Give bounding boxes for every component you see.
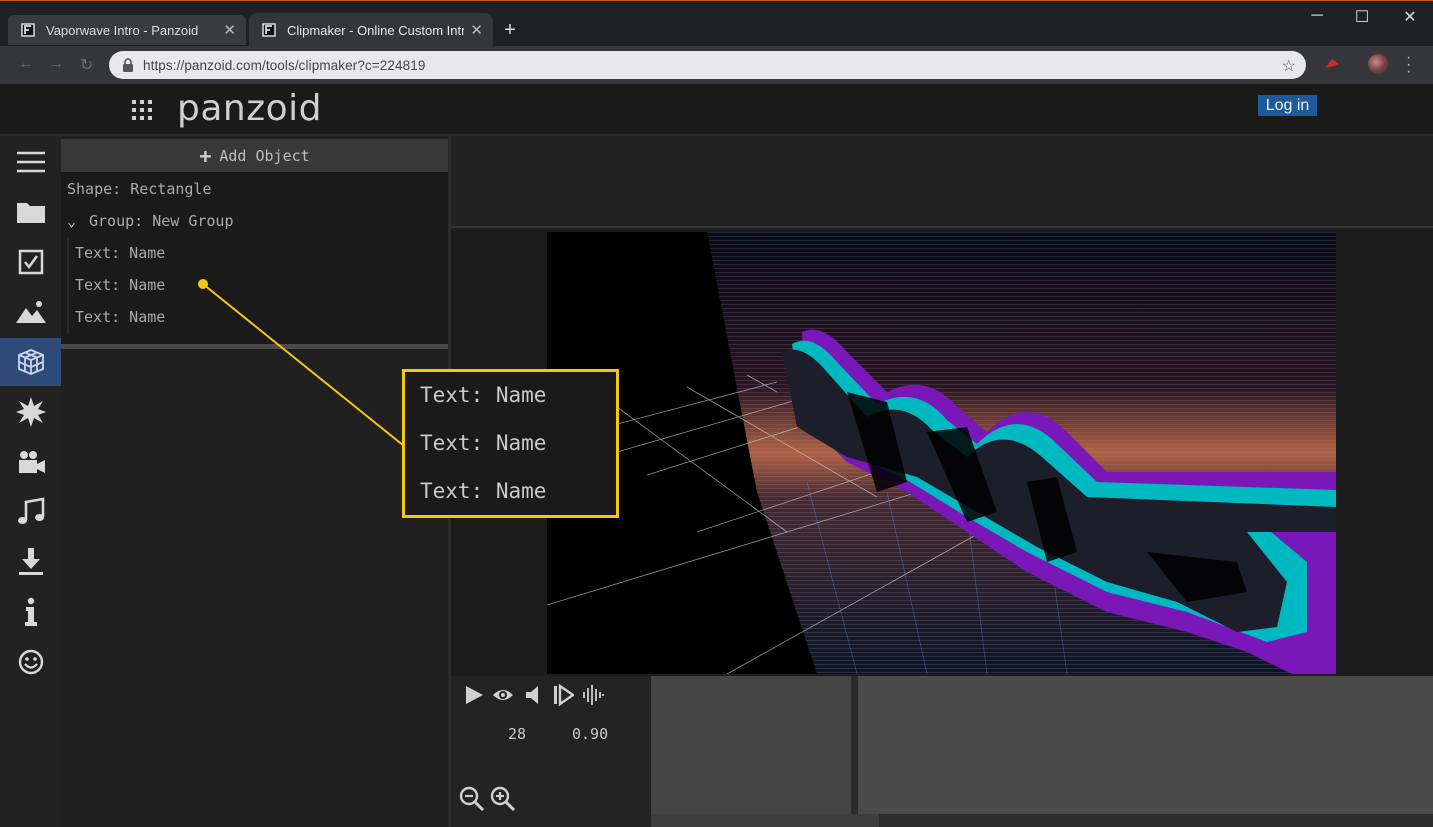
tab-title: Vaporwave Intro - Panzoid [46, 22, 199, 38]
value-readout: 0.90 [572, 725, 609, 743]
properties-strip [451, 136, 1433, 228]
timeline-track-left[interactable] [651, 676, 851, 814]
folder-icon [16, 203, 45, 223]
tab-clipmaker[interactable]: Clipmaker - Online Custom Intro ✕ [249, 13, 493, 47]
smiley-icon [18, 649, 43, 675]
list-item-shape[interactable]: Shape: Rectangle [67, 180, 212, 198]
burst-icon [15, 397, 46, 427]
group-label: Group: New Group [89, 212, 234, 230]
close-window-icon[interactable]: ✕ [1390, 7, 1430, 27]
menu-icon [16, 151, 45, 173]
more-vert-icon[interactable]: · · · [1406, 50, 1411, 80]
preview-render [547, 232, 1336, 674]
brand-logo[interactable]: panzoid [177, 88, 322, 129]
rail-feedback[interactable] [0, 638, 61, 686]
browser-toolbar: ← → ↻ https://panzoid.com/tools/clipmake… [0, 46, 1433, 84]
plus-icon: + [199, 143, 212, 168]
panzoid-favicon-icon [21, 23, 35, 37]
rail-camera[interactable] [0, 438, 61, 486]
forward-icon[interactable]: → [48, 55, 64, 73]
list-item-text[interactable]: Text: Name [75, 276, 165, 294]
group-indent-rule [67, 238, 69, 334]
close-icon[interactable]: ✕ [223, 21, 236, 39]
playback-controls: 28 0.90 [451, 676, 651, 827]
tab-title: Clipmaker - Online Custom Intro [287, 22, 465, 38]
address-bar[interactable]: https://panzoid.com/tools/clipmaker?c=22… [109, 51, 1306, 79]
step-forward-icon[interactable] [552, 684, 574, 706]
zoom-out-icon[interactable] [459, 786, 485, 812]
browser-titlebar: Vaporwave Intro - Panzoid ✕ Clipmaker - … [0, 0, 1433, 47]
rail-audio[interactable] [0, 488, 61, 536]
url-text: https://panzoid.com/tools/clipmaker?c=22… [143, 57, 426, 73]
music-note-icon [17, 497, 44, 524]
rail-download[interactable] [0, 538, 61, 586]
rail-image[interactable] [0, 288, 61, 336]
rail-tasks[interactable] [0, 238, 61, 286]
chevron-down-icon[interactable]: ⌄ [67, 212, 81, 230]
minimize-icon[interactable]: ─ [1297, 7, 1337, 25]
rail-info[interactable] [0, 588, 61, 636]
timeline-scroll-thumb[interactable] [651, 814, 879, 827]
close-icon[interactable]: ✕ [470, 21, 483, 39]
bookmark-star-icon[interactable]: ☆ [1282, 56, 1296, 76]
lock-icon [123, 58, 133, 72]
list-item-text[interactable]: Text: Name [75, 244, 165, 262]
checkbox-icon [18, 249, 43, 275]
back-icon[interactable]: ← [18, 55, 34, 73]
object-list: Shape: Rectangle ⌄ Group: New Group Text:… [61, 172, 448, 344]
list-item-text[interactable]: Text: Name [75, 308, 165, 326]
apps-grid-icon[interactable] [132, 100, 152, 120]
info-icon [24, 597, 37, 626]
callout-text-row: Text: Name [420, 383, 547, 407]
tool-rail [0, 136, 61, 827]
callout-zoom-box: Text: Name Text: Name Text: Name [402, 369, 619, 518]
rail-menu[interactable] [0, 138, 61, 186]
preview-canvas[interactable] [547, 232, 1336, 674]
panzoid-favicon-icon [262, 23, 276, 37]
callout-text-row: Text: Name [420, 431, 547, 455]
eye-icon[interactable] [492, 684, 514, 706]
image-icon [15, 301, 46, 323]
maximize-icon[interactable]: ☐ [1342, 7, 1382, 27]
app-header: panzoid Log in [0, 84, 1433, 136]
play-icon[interactable] [463, 684, 485, 706]
timeline-track-right[interactable] [858, 676, 1433, 814]
extension-icon[interactable] [1322, 54, 1342, 74]
rail-3d[interactable] [0, 338, 61, 386]
waveform-icon[interactable] [582, 684, 604, 706]
list-item-group[interactable]: ⌄ Group: New Group [67, 212, 234, 230]
timeline-divider[interactable] [851, 676, 858, 827]
add-object-label: Add Object [219, 146, 310, 165]
rail-effects[interactable] [0, 388, 61, 436]
frame-readout: 28 [508, 725, 527, 743]
download-icon [18, 548, 43, 575]
volume-icon[interactable] [523, 684, 545, 706]
panel-resize-handle[interactable] [61, 344, 448, 349]
rail-folder[interactable] [0, 188, 61, 236]
3d-cube-icon [17, 349, 44, 375]
object-panel: + Add Object Shape: Rectangle ⌄ Group: Ne… [61, 136, 451, 827]
login-button[interactable]: Log in [1258, 95, 1317, 116]
profile-avatar[interactable] [1368, 54, 1388, 74]
tab-vaporwave-intro[interactable]: Vaporwave Intro - Panzoid ✕ [8, 15, 246, 45]
reload-icon[interactable]: ↻ [80, 55, 93, 75]
zoom-in-icon[interactable] [490, 786, 516, 812]
new-tab-button[interactable]: + [499, 19, 521, 41]
callout-text-row: Text: Name [420, 479, 547, 503]
add-object-button[interactable]: + Add Object [61, 139, 448, 172]
video-camera-icon [18, 451, 45, 473]
